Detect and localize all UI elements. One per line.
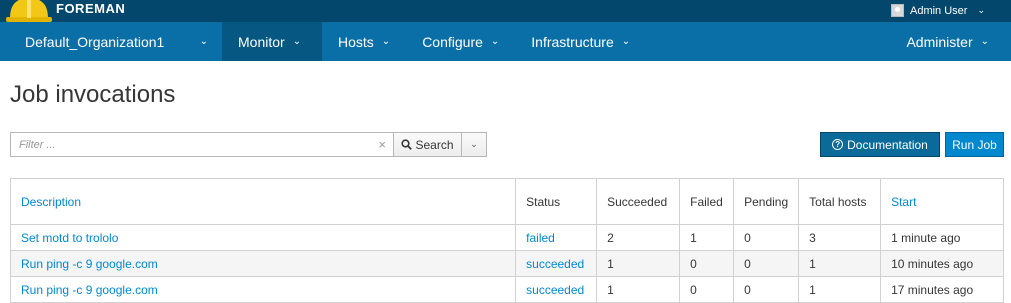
- chevron-down-icon: ⌄: [980, 36, 989, 47]
- user-menu[interactable]: Admin User ⌄: [890, 4, 985, 17]
- run-job-label: Run Job: [952, 137, 997, 152]
- failed-count: 0: [679, 250, 735, 277]
- top-banner: FOREMAN Admin User ⌄: [0, 0, 1011, 22]
- main-nav: Default_Organization1 ⌄ Monitor ⌄ Hosts …: [0, 22, 1011, 61]
- documentation-label: Documentation: [847, 137, 928, 152]
- brand-name[interactable]: FOREMAN: [56, 1, 125, 16]
- start-time: 1 minute ago: [880, 224, 1004, 251]
- hardhat-icon[interactable]: [6, 0, 52, 24]
- succeeded-count: 2: [596, 224, 681, 251]
- nav-infrastructure[interactable]: Infrastructure ⌄: [515, 22, 646, 61]
- search-input[interactable]: Filter ... ×: [10, 132, 394, 157]
- total-hosts-count: 1: [798, 250, 882, 277]
- search-button[interactable]: Search: [394, 132, 462, 157]
- total-hosts-count: 3: [798, 224, 882, 251]
- run-job-button[interactable]: Run Job: [945, 132, 1004, 157]
- bookmarks-dropdown-button[interactable]: ⌄: [462, 132, 487, 157]
- nav-configure[interactable]: Configure ⌄: [406, 22, 515, 61]
- pending-count: 0: [733, 224, 800, 251]
- nav-hosts-label: Hosts: [338, 33, 374, 50]
- start-time: 17 minutes ago: [880, 276, 1004, 303]
- pending-count: 0: [733, 250, 800, 277]
- nav-hosts[interactable]: Hosts ⌄: [322, 22, 406, 61]
- header-succeeded: Succeeded: [596, 178, 681, 225]
- job-invocations-table: Description Status Succeeded Failed Pend…: [9, 178, 1004, 303]
- chevron-down-icon: ⌄: [490, 36, 500, 47]
- succeeded-count: 1: [596, 276, 681, 303]
- chevron-down-icon: ⌄: [381, 36, 391, 47]
- table-row: Run ping -c 9 google.com succeeded 1 0 0…: [9, 250, 1004, 277]
- header-total-hosts: Total hosts: [798, 178, 882, 225]
- help-icon: ?: [832, 139, 844, 150]
- chevron-down-icon: ⌄: [621, 36, 631, 47]
- header-failed: Failed: [679, 178, 735, 225]
- chevron-down-icon: ⌄: [977, 5, 985, 15]
- search-button-label: Search: [415, 137, 454, 152]
- chevron-down-icon: ⌄: [292, 36, 302, 47]
- start-time: 10 minutes ago: [880, 250, 1004, 277]
- chevron-down-icon: ⌄: [199, 36, 208, 47]
- nav-infrastructure-label: Infrastructure: [531, 33, 614, 50]
- pending-count: 0: [733, 276, 800, 303]
- nav-administer[interactable]: Administer ⌄: [890, 22, 1011, 61]
- page-title: Job invocations: [10, 81, 176, 108]
- search-bar: Filter ... × Search ⌄: [10, 132, 487, 157]
- table-row: Set motd to trololo failed 2 1 0 3 1 min…: [9, 224, 1004, 251]
- chevron-down-icon: ⌄: [470, 139, 478, 149]
- succeeded-count: 1: [596, 250, 681, 277]
- user-name: Admin User: [909, 4, 968, 17]
- nav-organization[interactable]: Default_Organization1 ⌄: [0, 22, 222, 61]
- search-placeholder: Filter ...: [19, 138, 56, 151]
- job-status-link[interactable]: succeeded: [526, 257, 584, 271]
- header-status: Status: [515, 178, 598, 225]
- job-status-link[interactable]: failed: [526, 231, 555, 245]
- nav-organization-label: Default_Organization1: [25, 33, 165, 50]
- job-description-link[interactable]: Set motd to trololo: [21, 231, 118, 245]
- header-description[interactable]: Description: [9, 178, 517, 225]
- nav-configure-label: Configure: [422, 33, 483, 50]
- search-icon: [401, 139, 413, 150]
- nav-monitor[interactable]: Monitor ⌄: [222, 22, 322, 61]
- job-status-link[interactable]: succeeded: [526, 283, 584, 297]
- header-pending: Pending: [733, 178, 800, 225]
- documentation-button[interactable]: ? Documentation: [820, 132, 940, 157]
- failed-count: 0: [679, 276, 735, 303]
- total-hosts-count: 1: [798, 276, 882, 303]
- job-description-link[interactable]: Run ping -c 9 google.com: [21, 257, 158, 271]
- table-row: Run ping -c 9 google.com succeeded 1 0 0…: [9, 276, 1004, 303]
- avatar: [890, 4, 904, 17]
- table-header: Description Status Succeeded Failed Pend…: [9, 178, 1004, 225]
- failed-count: 1: [679, 224, 735, 251]
- nav-administer-label: Administer: [906, 33, 973, 50]
- header-start[interactable]: Start: [880, 178, 1004, 225]
- job-description-link[interactable]: Run ping -c 9 google.com: [21, 283, 158, 297]
- nav-monitor-label: Monitor: [238, 33, 285, 50]
- clear-icon[interactable]: ×: [378, 137, 386, 152]
